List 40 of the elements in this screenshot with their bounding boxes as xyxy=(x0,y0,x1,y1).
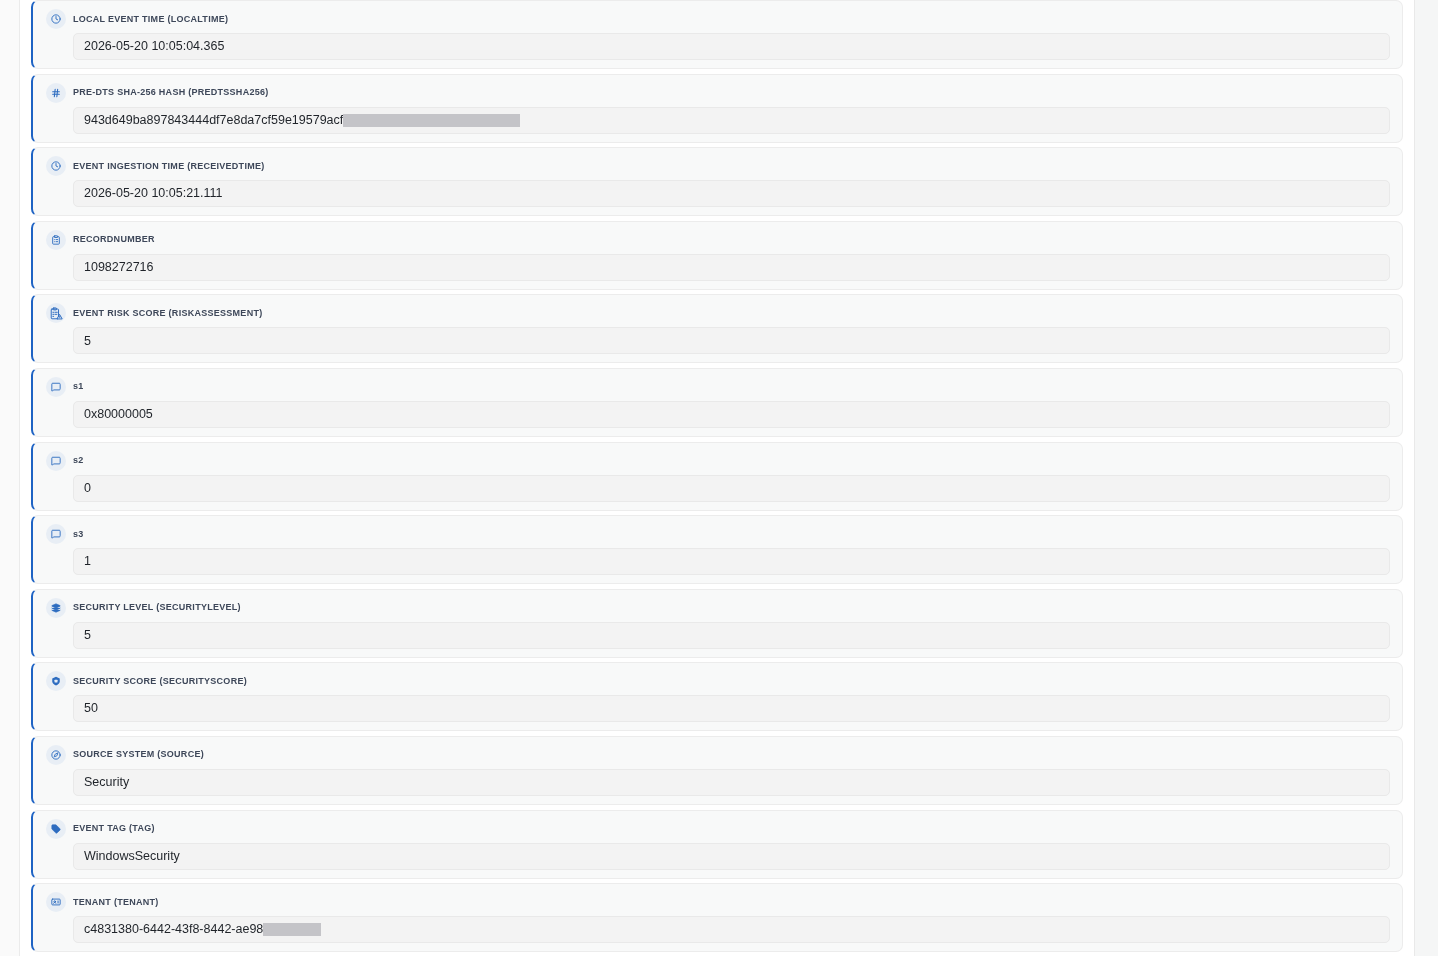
value-text: 2026-05-20 10:05:21.111 xyxy=(84,185,223,203)
field-label: EVENT TAG (TAG) xyxy=(73,824,155,834)
clipboard-warning-icon xyxy=(46,303,66,324)
value-text: 943d649ba897843444df7e8da7cf59e19579acf xyxy=(84,111,344,129)
value-text: WindowsSecurity xyxy=(84,847,180,865)
field-label: SECURITY SCORE (SECURITYSCORE) xyxy=(73,676,247,686)
field-label: s2 xyxy=(73,456,84,466)
field-label: EVENT INGESTION TIME (RECEIVEDTIME) xyxy=(73,161,265,171)
clock-icon xyxy=(46,9,66,29)
redacted-block xyxy=(263,923,322,937)
clipboard-icon xyxy=(46,229,66,250)
value-text: 0 xyxy=(84,479,91,497)
field-label: SOURCE SYSTEM (SOURCE) xyxy=(73,750,204,760)
value-text: 0x80000005 xyxy=(84,406,153,424)
message-icon xyxy=(46,524,66,545)
value-text: 2026-05-20 10:05:04.365 xyxy=(84,38,225,56)
field-label: EVENT RISK SCORE (RISKASSESSMENT) xyxy=(73,308,263,318)
value-text: 5 xyxy=(84,626,91,644)
value-text: 1 xyxy=(84,553,91,571)
field-label: LOCAL EVENT TIME (LOCALTIME) xyxy=(73,14,229,24)
clock-icon xyxy=(46,156,66,177)
message-icon xyxy=(46,376,66,397)
field-label: SECURITY LEVEL (SECURITYLEVEL) xyxy=(73,603,241,613)
field-label: PRE-DTS SHA-256 HASH (PREDTSSHA256) xyxy=(73,88,269,98)
field-label: s3 xyxy=(73,529,84,539)
layers-icon xyxy=(46,597,66,618)
field-label: s1 xyxy=(73,382,84,392)
hash-icon xyxy=(46,82,66,103)
field-label: RECORDNUMBER xyxy=(73,235,155,245)
compass-icon xyxy=(46,744,66,765)
message-icon xyxy=(46,450,66,471)
value-text: 1098272716 xyxy=(84,258,154,276)
shield-icon xyxy=(46,671,66,692)
value-text: c4831380-6442-43f8-8442-ae98 xyxy=(84,921,264,939)
value-text: 5 xyxy=(84,332,91,350)
value-text: Security xyxy=(84,774,130,792)
value-text: 50 xyxy=(84,700,98,718)
tag-icon xyxy=(46,818,66,839)
field-label: TENANT (TENANT) xyxy=(73,897,159,907)
id-card-icon xyxy=(46,892,66,913)
